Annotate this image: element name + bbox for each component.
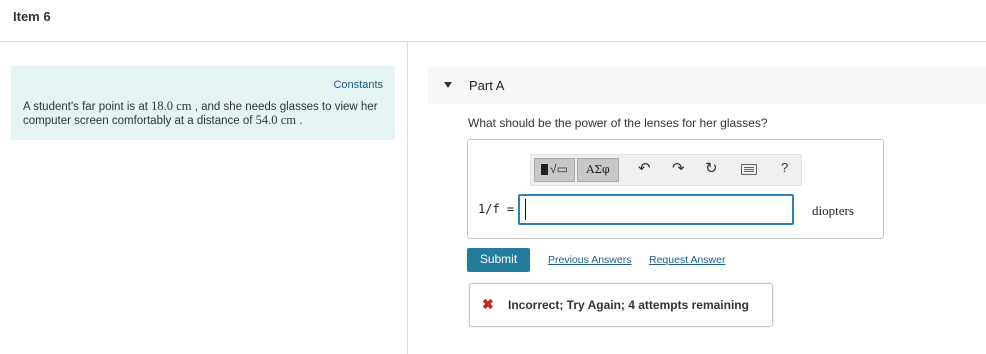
- math-toolbar: √▭ ΑΣφ ↶ ↷ ↻ ?: [530, 154, 802, 186]
- templates-icon[interactable]: √▭: [534, 158, 575, 182]
- keyboard-icon[interactable]: [741, 164, 757, 175]
- previous-answers-link[interactable]: Previous Answers: [548, 254, 631, 266]
- problem-text-1: A student's far point is at: [23, 101, 152, 113]
- problem-panel: Constants A student's far point is at 18…: [11, 66, 395, 140]
- problem-text-3: .: [296, 115, 303, 127]
- variable-label: 1/f =: [478, 202, 515, 216]
- answer-input[interactable]: [518, 194, 794, 225]
- x-icon: ✖: [482, 296, 494, 312]
- undo-icon[interactable]: ↶: [638, 160, 651, 178]
- collapse-caret-icon[interactable]: [444, 82, 452, 88]
- reset-icon[interactable]: ↻: [705, 160, 718, 178]
- submit-button[interactable]: Submit: [467, 248, 530, 272]
- feedback-box: ✖ Incorrect; Try Again; 4 attempts remai…: [469, 283, 773, 327]
- question-text: What should be the power of the lenses f…: [468, 116, 768, 130]
- sqrt-icon: √▭: [550, 162, 568, 176]
- header-divider: [0, 41, 986, 42]
- problem-statement: A student's far point is at 18.0 cm , an…: [23, 100, 383, 128]
- distance-2-unit: cm: [280, 113, 297, 127]
- help-icon[interactable]: ?: [781, 160, 788, 175]
- part-header[interactable]: [428, 66, 986, 104]
- text-cursor: [525, 199, 526, 220]
- request-answer-link[interactable]: Request Answer: [649, 254, 725, 266]
- template-block-icon: [541, 164, 548, 175]
- part-label[interactable]: Part A: [469, 78, 504, 93]
- distance-2-value: 54.0: [255, 113, 278, 127]
- feedback-text: Incorrect; Try Again; 4 attempts remaini…: [508, 298, 749, 312]
- redo-icon[interactable]: ↷: [672, 160, 685, 178]
- unit-label: diopters: [812, 203, 854, 218]
- constants-link[interactable]: Constants: [333, 79, 383, 91]
- item-title: Item 6: [13, 9, 51, 24]
- distance-1-unit: cm: [176, 99, 192, 113]
- distance-1-value: 18.0: [151, 99, 174, 113]
- column-divider: [407, 42, 408, 354]
- greek-symbols-button[interactable]: ΑΣφ: [577, 158, 619, 182]
